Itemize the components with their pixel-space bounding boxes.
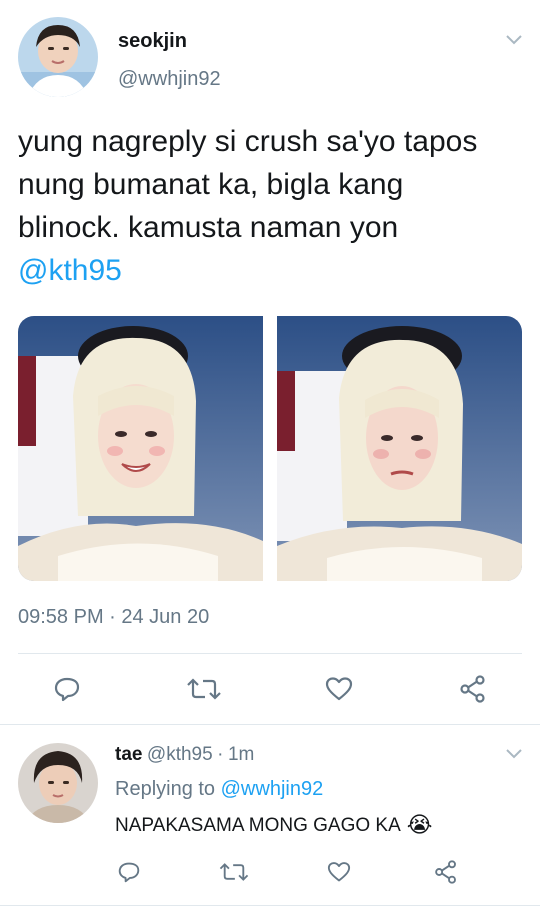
- reply-button[interactable]: [50, 674, 84, 704]
- reply-text: NAPAKASAMA MONG GAGO KA 😭: [115, 813, 433, 838]
- tweet-text-line: blinock. kamusta naman yon: [18, 211, 399, 244]
- replying-to-handle[interactable]: @wwhjin92: [221, 778, 324, 800]
- retweet-button[interactable]: [216, 858, 252, 886]
- tweet-text: yung nagreply si crush sa'yo tapos nung …: [18, 120, 528, 292]
- share-icon: [460, 675, 485, 703]
- tweet-image-frowning[interactable]: [277, 316, 522, 581]
- reply-text-content: NAPAKASAMA MONG GAGO KA: [115, 814, 401, 836]
- author-handle[interactable]: @wwhjin92: [118, 68, 221, 91]
- chevron-down-icon[interactable]: [505, 34, 523, 46]
- like-button[interactable]: [322, 674, 356, 704]
- author-avatar[interactable]: [18, 17, 98, 97]
- tweet-text-line: nung bumanat ka, bigla kang: [18, 168, 404, 201]
- chevron-down-icon[interactable]: [505, 748, 523, 760]
- heart-icon: [325, 677, 353, 701]
- tweet-image-smiling[interactable]: [18, 316, 263, 581]
- retweet-icon: [219, 863, 249, 881]
- mention-link[interactable]: @kth95: [18, 249, 528, 292]
- like-button[interactable]: [324, 858, 354, 886]
- reply-author-name[interactable]: tae: [115, 744, 142, 765]
- divider: [0, 905, 540, 906]
- divider: [18, 653, 522, 654]
- reply-icon: [54, 677, 80, 702]
- replying-to: Replying to @wwhjin92: [115, 778, 323, 801]
- crying-emoji: 😭: [406, 813, 433, 838]
- share-icon: [435, 860, 456, 884]
- reply-author-handle[interactable]: @kth95: [147, 744, 213, 765]
- share-button[interactable]: [456, 674, 490, 704]
- reply-author-avatar[interactable]: [18, 743, 98, 823]
- reply-time[interactable]: 1m: [228, 744, 254, 765]
- reply-header: tae @kth95 · 1m: [115, 744, 254, 766]
- tweet-timestamp[interactable]: 09:58 PM · 24 Jun 20: [18, 606, 209, 629]
- reply-icon: [118, 862, 140, 883]
- replying-to-label: Replying to: [115, 778, 216, 800]
- author-name[interactable]: seokjin: [118, 30, 187, 53]
- reply-button[interactable]: [114, 858, 144, 886]
- separator-dot: ·: [217, 744, 224, 765]
- heart-icon: [327, 862, 351, 882]
- divider: [0, 724, 540, 725]
- share-button[interactable]: [431, 858, 461, 886]
- retweet-icon: [187, 678, 221, 700]
- retweet-button[interactable]: [184, 674, 224, 704]
- tweet-text-line: yung nagreply si crush sa'yo tapos: [18, 125, 478, 158]
